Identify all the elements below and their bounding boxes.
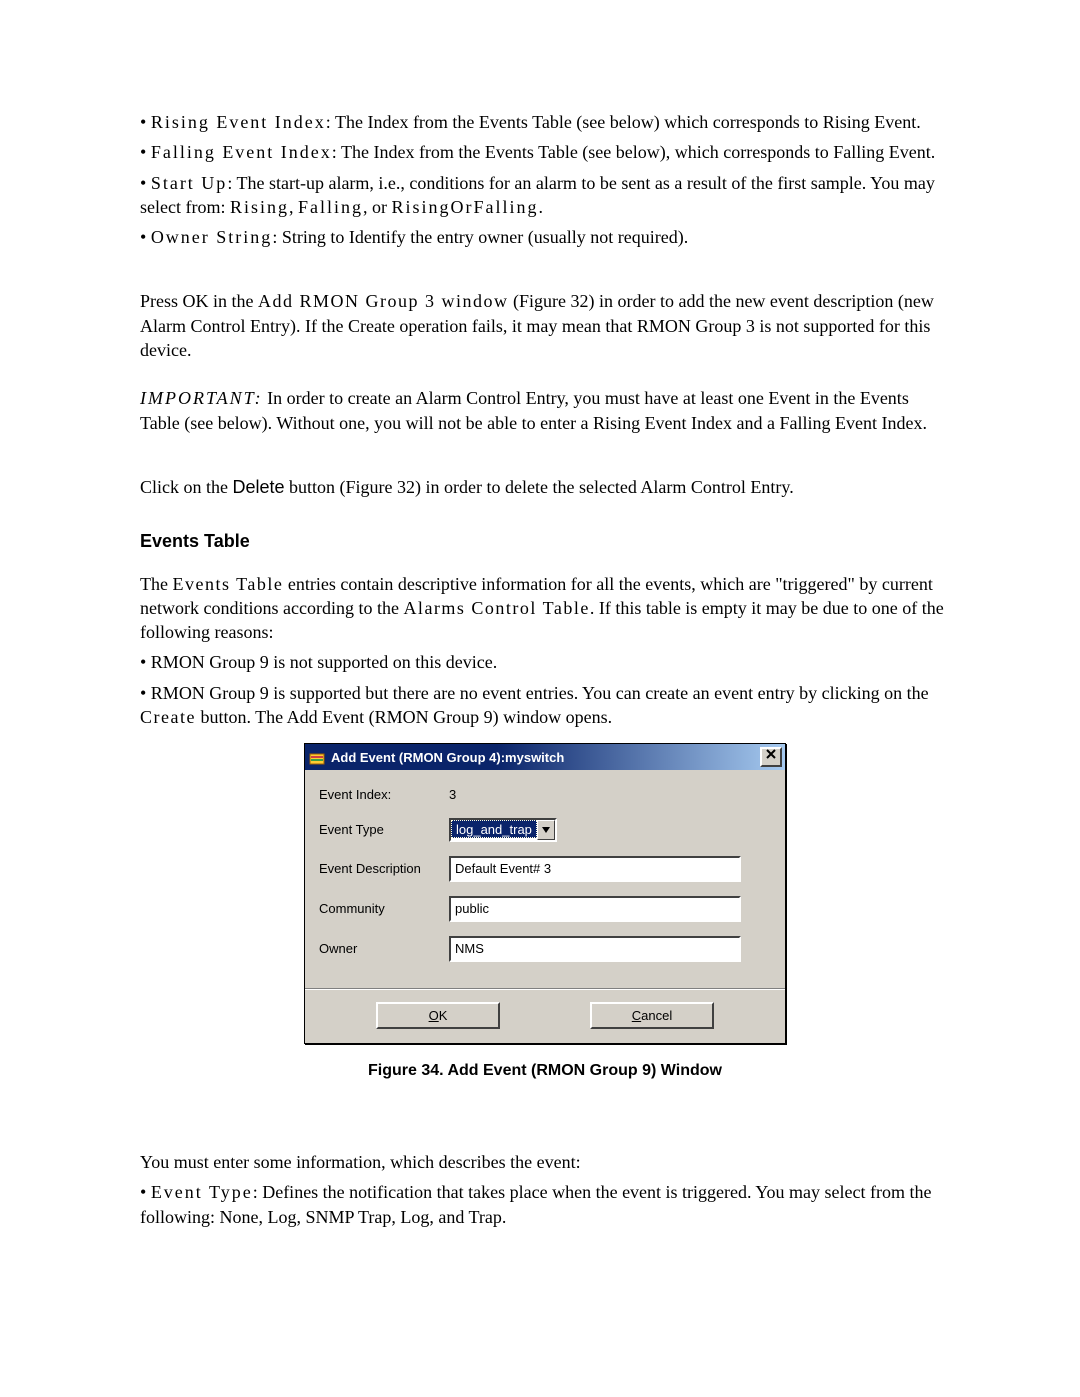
separator [305,988,785,990]
row-owner: Owner [319,936,771,962]
row-community: Community [319,896,771,922]
ok-button[interactable]: OK [376,1002,500,1030]
owner-input[interactable] [449,936,741,962]
close-button[interactable] [760,747,782,767]
delete-paragraph: Click on the Delete button (Figure 32) i… [140,475,950,499]
events-table-heading: Events Table [140,529,950,553]
cancel-button[interactable]: Cancel [590,1002,714,1030]
event-info-lead: You must enter some information, which d… [140,1150,950,1174]
events-bullet-2: • RMON Group 9 is supported but there ar… [140,681,950,730]
value-event-index: 3 [449,786,456,804]
label-event-description: Event Description [319,860,449,878]
chevron-down-icon [537,820,555,840]
event-type-select[interactable]: log_and_trap [449,818,557,842]
row-event-type: Event Type log_and_trap [319,818,771,842]
bullet-rising-event-index: • Rising Event Index: The Index from the… [140,110,950,134]
event-description-input[interactable] [449,856,741,882]
titlebar: Add Event (RMON Group 4):myswitch [305,744,785,770]
close-icon [766,749,776,759]
community-input[interactable] [449,896,741,922]
dialog-title: Add Event (RMON Group 4):myswitch [331,749,564,767]
bullet-falling-event-index: • Falling Event Index: The Index from th… [140,140,950,164]
row-event-description: Event Description [319,856,771,882]
label-owner: Owner [319,940,449,958]
figure-caption: Figure 34. Add Event (RMON Group 9) Wind… [140,1060,950,1082]
event-type-selected: log_and_trap [451,820,537,838]
add-event-dialog: Add Event (RMON Group 4):myswitch Event … [304,743,786,1044]
events-bullet-1: • RMON Group 9 is not supported on this … [140,650,950,674]
bullet-start-up: • Start Up: The start-up alarm, i.e., co… [140,171,950,220]
row-event-index: Event Index: 3 [319,786,771,804]
button-row: OK Cancel [305,1002,785,1044]
app-icon [309,749,325,765]
bullet-owner-string: • Owner String: String to Identify the e… [140,225,950,249]
important-note: IMPORTANT: In order to create an Alarm C… [140,386,950,435]
label-event-type: Event Type [319,821,449,839]
document-page: • Rising Event Index: The Index from the… [0,0,1080,1397]
events-table-intro: The Events Table entries contain descrip… [140,572,950,645]
dialog-body: Event Index: 3 Event Type log_and_trap E… [305,770,785,982]
press-ok-paragraph: Press OK in the Add RMON Group 3 window … [140,289,950,362]
label-event-index: Event Index: [319,786,449,804]
bullet-event-type: • Event Type: Defines the notification t… [140,1180,950,1229]
figure-container: Add Event (RMON Group 4):myswitch Event … [140,743,950,1044]
label-community: Community [319,900,449,918]
